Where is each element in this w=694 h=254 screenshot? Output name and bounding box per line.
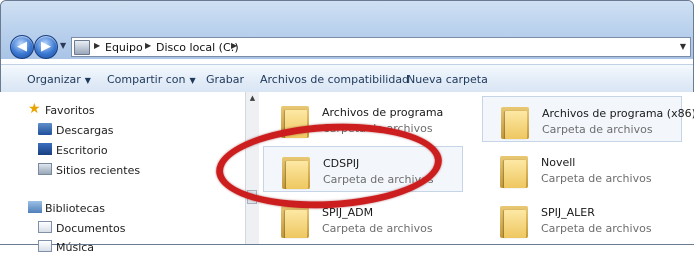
folder-item[interactable]: Archivos de programa (x86) Carpeta de ar… [482,96,694,142]
nav-documents[interactable]: Documentos [56,222,125,235]
folder-item[interactable]: SPIJ_ALER Carpeta de archivos [482,196,682,242]
back-arrow-icon: ◀ [17,39,27,54]
nav-recent-places[interactable]: Sitios recientes [56,164,140,177]
chevron-down-icon: ▼ [84,76,91,85]
scroll-up-icon[interactable]: ▲ [246,94,259,102]
address-dropdown-icon[interactable]: ▼ [680,42,686,51]
organize-label: Organizar [27,73,81,86]
recent-places-icon [38,163,52,175]
history-dropdown-icon[interactable]: ▼ [60,41,66,50]
folder-type: Carpeta de archivos [542,123,653,136]
breadcrumb-chevron-icon[interactable]: ▶ [94,41,100,50]
folder-type: Carpeta de archivos [322,222,433,235]
folder-icon [500,152,528,188]
organize-button[interactable]: Organizar ▼ [27,73,91,86]
forward-arrow-icon: ▶ [41,39,51,54]
folder-icon [501,103,529,139]
nav-downloads[interactable]: Descargas [56,124,114,137]
forward-button[interactable]: ▶ [34,35,58,59]
command-bar: Organizar ▼ Compartir con ▼ Grabar Archivo… [1,64,693,94]
folder-name: SPIJ_ALER [541,206,595,219]
folder-name: Novell [541,156,576,169]
breadcrumb-equipo[interactable]: Equipo [105,41,143,54]
music-icon [38,240,52,252]
libraries-icon [28,201,42,213]
address-row: ◀ ▶ ▼ ▶ Equipo ▶ Disco local (C:) ▶ ▼ [1,1,693,59]
folder-icon [500,202,528,238]
favorites-star-icon: ★ [28,101,41,117]
nav-music[interactable]: Música [56,241,94,254]
folder-type: Carpeta de archivos [541,222,652,235]
back-button[interactable]: ◀ [10,35,34,59]
breadcrumb-chevron-icon[interactable]: ▶ [145,41,151,50]
downloads-icon [38,123,52,135]
documents-icon [38,221,52,233]
folder-item[interactable]: Novell Carpeta de archivos [482,146,682,192]
breadcrumb-chevron-icon[interactable]: ▶ [231,41,237,50]
chevron-down-icon: ▼ [189,76,196,85]
address-bar[interactable]: ▶ Equipo ▶ Disco local (C:) ▶ ▼ [71,37,691,57]
nav-libraries[interactable]: Bibliotecas [45,202,105,215]
computer-icon [74,40,90,55]
folder-type: Carpeta de archivos [541,172,652,185]
folder-name: Archivos de programa (x86) [542,107,694,120]
nav-desktop[interactable]: Escritorio [56,144,108,157]
nav-favorites[interactable]: Favoritos [45,104,95,117]
compatibility-files-button[interactable]: Archivos de compatibilidad [260,73,409,86]
share-button[interactable]: Compartir con ▼ [107,73,196,86]
breadcrumb-disco-local[interactable]: Disco local (C:) [156,41,239,54]
burn-button[interactable]: Grabar [206,73,244,86]
share-label: Compartir con [107,73,186,86]
new-folder-button[interactable]: Nueva carpeta [407,73,488,86]
desktop-icon [38,143,52,155]
folder-name: Archivos de programa [322,106,444,119]
